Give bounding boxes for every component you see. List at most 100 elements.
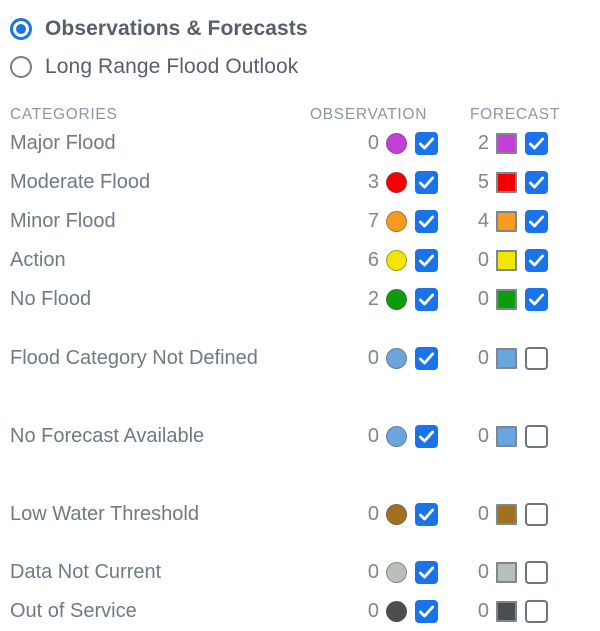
- forecast-cell: 0: [438, 561, 568, 584]
- observation-checkbox[interactable]: [415, 132, 438, 155]
- forecast-cell: 2: [438, 132, 568, 155]
- observation-color-swatch-icon: [386, 503, 407, 525]
- observation-count: 3: [367, 171, 379, 193]
- observation-cell: 0: [302, 502, 438, 526]
- column-header-categories: CATEGORIES: [10, 106, 118, 123]
- observation-checkbox[interactable]: [415, 288, 438, 311]
- category-label: Data Not Current: [10, 561, 162, 583]
- category-label: No Forecast Available: [10, 424, 205, 447]
- forecast-count: 0: [477, 561, 489, 583]
- table-row: Moderate Flood 3 5: [10, 163, 600, 202]
- table-row: Action 6 0: [10, 241, 600, 280]
- observation-checkbox[interactable]: [415, 249, 438, 272]
- forecast-cell: 0: [438, 600, 568, 623]
- observation-cell: 0: [302, 600, 438, 623]
- observation-color-swatch-icon: [386, 601, 407, 622]
- table-row: Flood Category Not Defined 0 0: [10, 319, 600, 397]
- radio-option-observations-forecasts[interactable]: Observations & Forecasts: [10, 10, 600, 48]
- observation-color-swatch-icon: [386, 172, 407, 193]
- radio-label-long-range-flood-outlook: Long Range Flood Outlook: [45, 55, 299, 78]
- radio-option-long-range-flood-outlook[interactable]: Long Range Flood Outlook: [10, 48, 600, 86]
- observation-checkbox[interactable]: [415, 502, 438, 526]
- observation-color-swatch-icon: [386, 133, 407, 154]
- forecast-cell: 0: [438, 249, 568, 272]
- forecast-cell: 0: [438, 288, 568, 311]
- observation-cell: 3: [302, 171, 438, 194]
- forecast-count: 4: [477, 210, 489, 232]
- forecast-color-swatch-icon: [496, 562, 517, 583]
- forecast-count: 0: [477, 288, 489, 310]
- category-label: Moderate Flood: [10, 171, 151, 193]
- observation-checkbox[interactable]: [415, 210, 438, 233]
- observation-checkbox[interactable]: [415, 346, 438, 370]
- observation-count: 0: [367, 561, 379, 583]
- forecast-count: 5: [477, 171, 489, 193]
- observation-cell: 0: [302, 346, 438, 370]
- forecast-color-swatch-icon: [496, 425, 517, 447]
- forecast-color-swatch-icon: [496, 503, 517, 525]
- forecast-color-swatch-icon: [496, 289, 517, 310]
- table-row: Low Water Threshold 0 0: [10, 475, 600, 553]
- table-row: Major Flood 0 2: [10, 124, 600, 163]
- observation-color-swatch-icon: [386, 211, 407, 232]
- forecast-color-swatch-icon: [496, 250, 517, 271]
- table-row: No Flood 2 0: [10, 280, 600, 319]
- observation-count: 6: [367, 249, 379, 271]
- forecast-checkbox[interactable]: [525, 600, 548, 623]
- category-rows: Major Flood 0 2 Moderate Flood 3 5 Minor Flood…: [0, 124, 600, 631]
- table-row: Data Not Current 0 0: [10, 553, 600, 592]
- forecast-cell: 0: [438, 424, 568, 448]
- forecast-checkbox[interactable]: [525, 502, 548, 526]
- forecast-color-swatch-icon: [496, 172, 517, 193]
- observation-color-swatch-icon: [386, 250, 407, 271]
- observation-color-swatch-icon: [386, 562, 407, 583]
- observation-checkbox[interactable]: [415, 171, 438, 194]
- observation-color-swatch-icon: [386, 347, 407, 369]
- table-row: Out of Service 0 0: [10, 592, 600, 631]
- column-header-forecast: FORECAST: [470, 106, 560, 123]
- category-label: Action: [10, 249, 66, 271]
- observation-checkbox[interactable]: [415, 600, 438, 623]
- forecast-cell: 4: [438, 210, 568, 233]
- forecast-checkbox[interactable]: [525, 171, 548, 194]
- category-label: Flood Category Not Defined: [10, 346, 258, 369]
- table-row: Minor Flood 7 4: [10, 202, 600, 241]
- forecast-checkbox[interactable]: [525, 561, 548, 584]
- observation-count: 0: [367, 600, 379, 622]
- observation-checkbox[interactable]: [415, 561, 438, 584]
- observation-cell: 0: [302, 424, 438, 448]
- category-label: Low Water Threshold: [10, 502, 199, 525]
- forecast-count: 0: [477, 249, 489, 271]
- radio-selected-icon[interactable]: [10, 18, 32, 40]
- observation-count: 0: [367, 502, 379, 525]
- observation-count: 2: [367, 288, 379, 310]
- observation-checkbox[interactable]: [415, 424, 438, 448]
- radio-label-observations-forecasts: Observations & Forecasts: [45, 17, 308, 40]
- table-header-row: CATEGORIES OBSERVATION FORECAST: [0, 90, 600, 124]
- forecast-checkbox[interactable]: [525, 249, 548, 272]
- column-header-observation: OBSERVATION: [310, 106, 428, 123]
- forecast-cell: 5: [438, 171, 568, 194]
- flood-categories-panel: Observations & Forecasts Long Range Floo…: [0, 0, 600, 623]
- radio-unselected-icon[interactable]: [10, 56, 32, 78]
- observation-count: 0: [367, 346, 379, 369]
- forecast-count: 0: [477, 600, 489, 622]
- forecast-color-swatch-icon: [496, 211, 517, 232]
- observation-count: 0: [367, 132, 379, 154]
- forecast-count: 0: [477, 424, 489, 447]
- observation-cell: 6: [302, 249, 438, 272]
- observation-cell: 7: [302, 210, 438, 233]
- forecast-checkbox[interactable]: [525, 210, 548, 233]
- observation-cell: 0: [302, 561, 438, 584]
- forecast-checkbox[interactable]: [525, 288, 548, 311]
- observation-cell: 0: [302, 132, 438, 155]
- observation-count: 7: [367, 210, 379, 232]
- forecast-checkbox[interactable]: [525, 132, 548, 155]
- forecast-count: 0: [477, 346, 489, 369]
- observation-color-swatch-icon: [386, 425, 407, 447]
- forecast-color-swatch-icon: [496, 133, 517, 154]
- forecast-color-swatch-icon: [496, 601, 517, 622]
- observation-count: 0: [367, 424, 379, 447]
- forecast-checkbox[interactable]: [525, 424, 548, 448]
- forecast-checkbox[interactable]: [525, 346, 548, 370]
